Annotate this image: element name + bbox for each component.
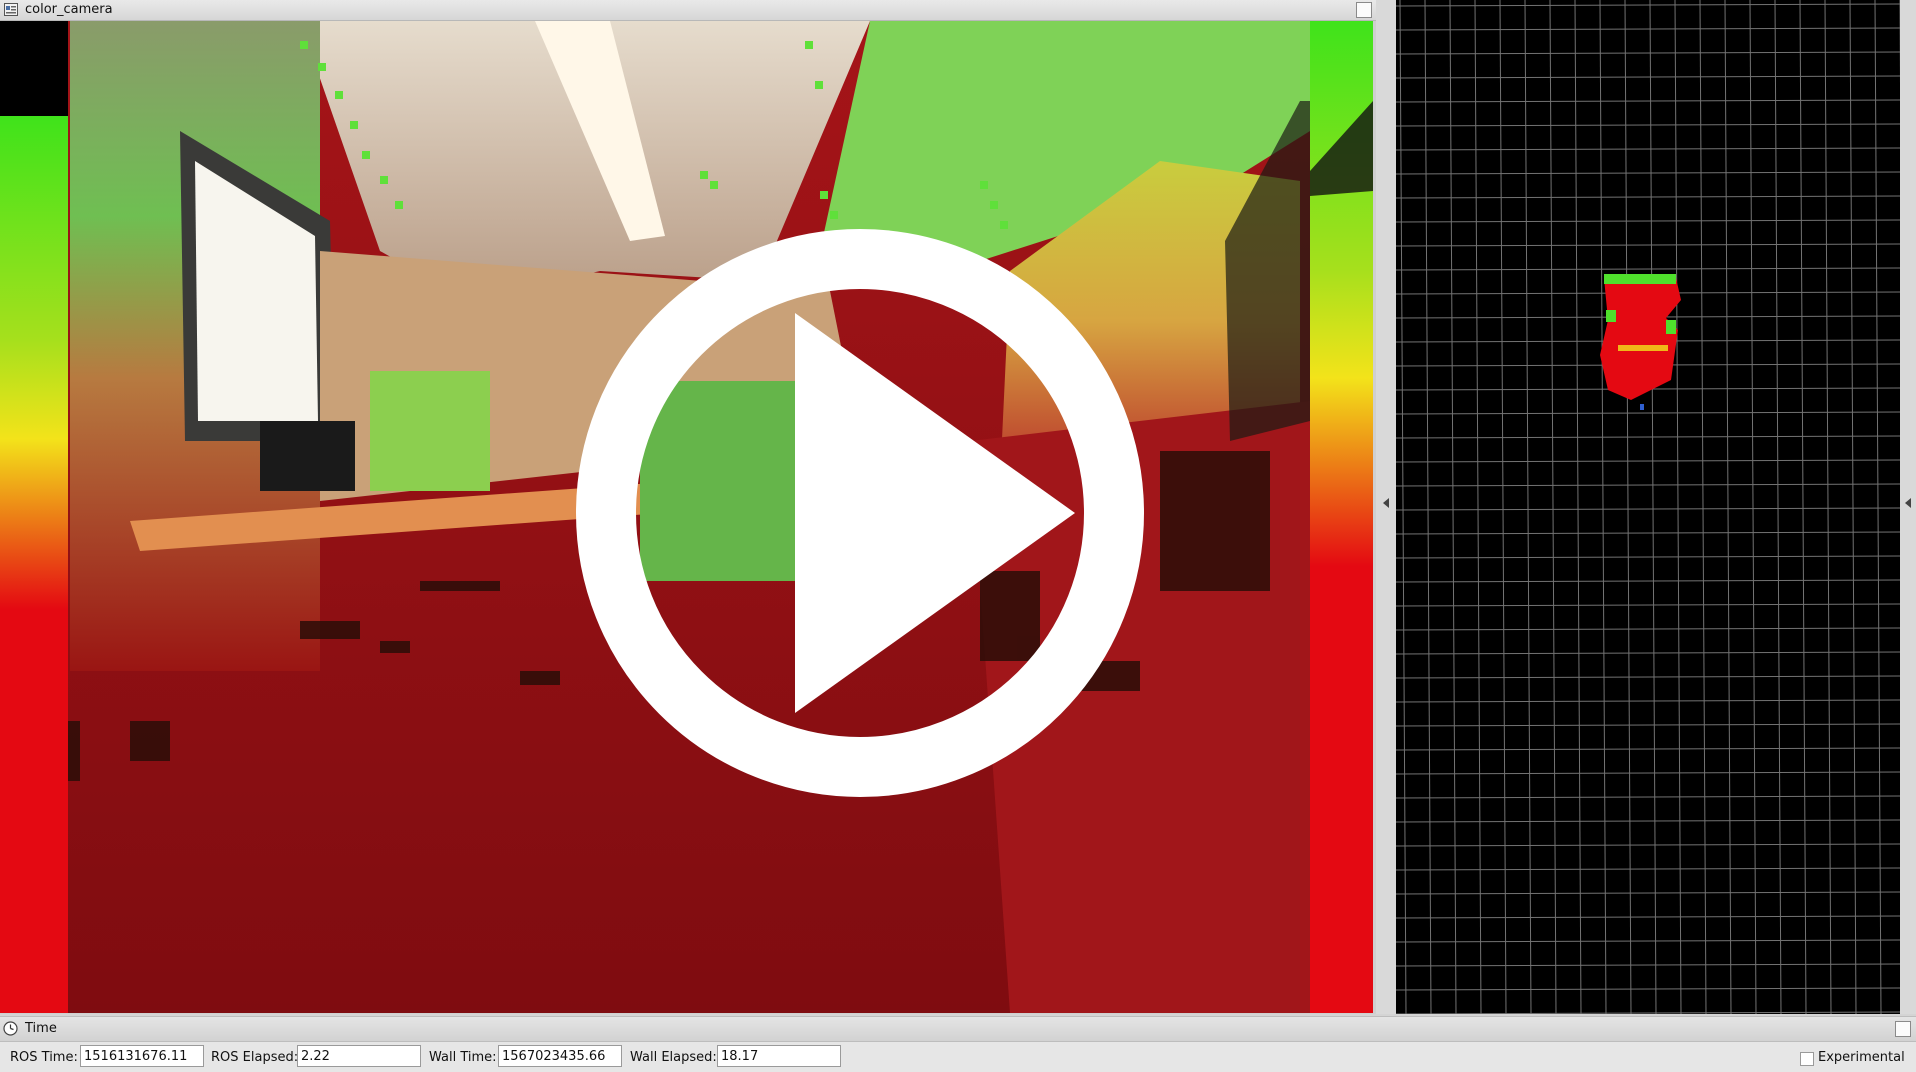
play-icon (795, 313, 1075, 713)
time-bar: ROS Time: ROS Elapsed: Wall Time: Wall E… (0, 1042, 1916, 1072)
time-panel-header[interactable]: Time (0, 1016, 1916, 1042)
wall-time-label: Wall Time: (429, 1050, 497, 1065)
window-icon (4, 3, 18, 16)
ros-elapsed-field[interactable] (297, 1045, 421, 1067)
grid-map-view[interactable] (1396, 0, 1900, 1014)
collapse-left-icon[interactable] (1383, 498, 1389, 508)
ros-time-label: ROS Time: (10, 1050, 78, 1065)
ros-time-field[interactable] (80, 1045, 204, 1067)
ros-elapsed-label: ROS Elapsed: (211, 1050, 299, 1065)
collapse-right-icon[interactable] (1905, 498, 1911, 508)
grid-lines (1396, 0, 1900, 1014)
panel-title: color_camera (25, 2, 113, 17)
undock-time-button[interactable] (1895, 1021, 1911, 1037)
wall-elapsed-field[interactable] (717, 1045, 841, 1067)
clock-icon (3, 1021, 18, 1036)
experimental-label: Experimental (1818, 1050, 1905, 1065)
wall-time-field[interactable] (498, 1045, 622, 1067)
play-button[interactable] (575, 228, 1145, 798)
panel-titlebar[interactable]: color_camera (0, 0, 1376, 21)
experimental-checkbox[interactable] (1800, 1052, 1814, 1066)
panel-splitter[interactable] (1376, 0, 1396, 1014)
wall-elapsed-label: Wall Elapsed: (630, 1050, 717, 1065)
undock-button[interactable] (1356, 2, 1372, 18)
time-panel-title: Time (25, 1021, 57, 1036)
right-dock-edge[interactable] (1900, 0, 1916, 1014)
point-cloud (1600, 274, 1681, 410)
